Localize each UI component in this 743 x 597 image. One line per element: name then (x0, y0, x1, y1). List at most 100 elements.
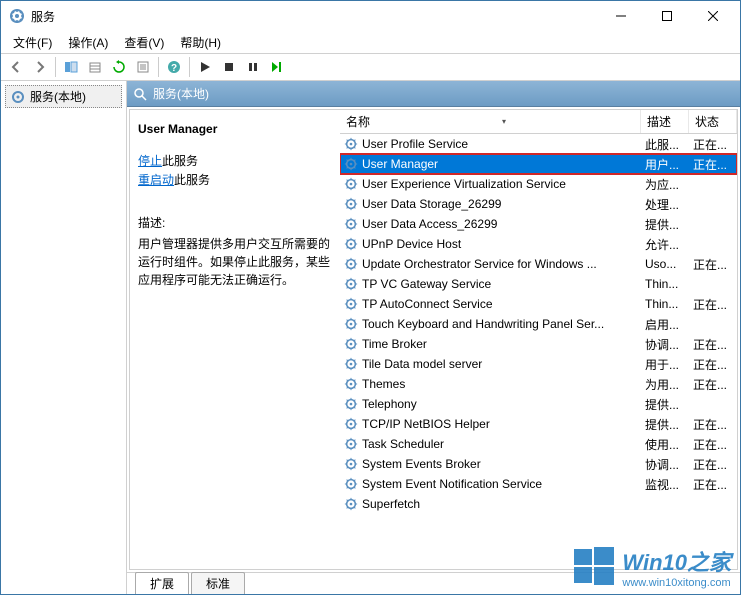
service-name: Time Broker (362, 337, 427, 351)
service-row[interactable]: User Profile Service此服...正在... (340, 134, 737, 154)
start-service-button[interactable] (194, 56, 216, 78)
list-body[interactable]: User Profile Service此服...正在... User Manag… (340, 134, 737, 569)
menu-help[interactable]: 帮助(H) (172, 32, 229, 53)
nav-back-button[interactable] (5, 56, 27, 78)
service-desc-cell: 协调... (641, 456, 689, 473)
close-button[interactable] (690, 1, 736, 31)
menu-file[interactable]: 文件(F) (5, 32, 60, 53)
gear-icon (344, 457, 358, 471)
stop-suffix: 此服务 (162, 154, 198, 168)
service-row[interactable]: TP AutoConnect ServiceThin...正在... (340, 294, 737, 314)
service-name-cell: Superfetch (340, 497, 641, 511)
stop-service-button[interactable] (218, 56, 240, 78)
gear-icon (344, 297, 358, 311)
service-name-cell: Telephony (340, 397, 641, 411)
service-desc-cell: 监视... (641, 476, 689, 493)
gear-icon (344, 317, 358, 331)
service-row[interactable]: UPnP Device Host允许... (340, 234, 737, 254)
restart-link[interactable]: 重启动 (138, 173, 174, 187)
tab-standard[interactable]: 标准 (191, 572, 245, 594)
service-row[interactable]: Superfetch (340, 494, 737, 514)
service-name-cell: Update Orchestrator Service for Windows … (340, 257, 641, 271)
gear-icon (344, 137, 358, 151)
minimize-button[interactable] (598, 1, 644, 31)
service-row[interactable]: Task Scheduler使用...正在... (340, 434, 737, 454)
service-row[interactable]: Touch Keyboard and Handwriting Panel Ser… (340, 314, 737, 334)
maximize-button[interactable] (644, 1, 690, 31)
service-row[interactable]: Tile Data model server用于...正在... (340, 354, 737, 374)
service-name-cell: Touch Keyboard and Handwriting Panel Ser… (340, 317, 641, 331)
service-name-cell: Tile Data model server (340, 357, 641, 371)
service-status-cell: 正在... (689, 256, 737, 273)
service-row[interactable]: User Data Access_26299提供... (340, 214, 737, 234)
service-name-cell: User Manager (340, 157, 641, 171)
body-area: 服务(本地) 服务(本地) User Manager 停止此服务 重启动此服务 … (1, 81, 740, 594)
service-name-cell: TP AutoConnect Service (340, 297, 641, 311)
service-status-cell: 正在... (689, 356, 737, 373)
column-name[interactable]: 名称 ▾ (340, 110, 641, 133)
service-name: Superfetch (362, 497, 420, 511)
gear-icon (344, 337, 358, 351)
service-name: TP AutoConnect Service (362, 297, 493, 311)
service-name: UPnP Device Host (362, 237, 461, 251)
service-name-cell: TCP/IP NetBIOS Helper (340, 417, 641, 431)
watermark-title-cn: 之家 (687, 550, 731, 575)
menubar: 文件(F) 操作(A) 查看(V) 帮助(H) (1, 31, 740, 53)
tab-extended[interactable]: 扩展 (135, 572, 189, 594)
pause-service-button[interactable] (242, 56, 264, 78)
service-row[interactable]: System Event Notification Service监视...正在… (340, 474, 737, 494)
service-row[interactable]: Themes为用...正在... (340, 374, 737, 394)
menu-action[interactable]: 操作(A) (60, 32, 116, 53)
service-name: Themes (362, 377, 405, 391)
service-desc-cell: 协调... (641, 336, 689, 353)
show-hide-tree-button[interactable] (60, 56, 82, 78)
gear-icon (344, 177, 358, 191)
sort-indicator-icon: ▾ (502, 117, 506, 126)
tree-root-item[interactable]: 服务(本地) (5, 85, 122, 108)
titlebar: 服务 (1, 1, 740, 31)
toolbar-separator (158, 57, 159, 77)
detail-pane: User Manager 停止此服务 重启动此服务 描述: 用户管理器提供多用户… (130, 110, 340, 569)
service-row[interactable]: Time Broker协调...正在... (340, 334, 737, 354)
properties-button[interactable] (132, 56, 154, 78)
service-row[interactable]: Telephony提供... (340, 394, 737, 414)
service-desc-cell: 处理... (641, 196, 689, 213)
menu-view[interactable]: 查看(V) (116, 32, 172, 53)
service-name: User Manager (362, 157, 438, 171)
gear-icon (344, 417, 358, 431)
service-row[interactable]: System Events Broker协调...正在... (340, 454, 737, 474)
services-icon (9, 8, 25, 24)
gear-icon (344, 277, 358, 291)
service-status-cell: 正在... (689, 436, 737, 453)
service-desc-cell: 此服... (641, 136, 689, 153)
service-row[interactable]: User Experience Virtualization Service为应… (340, 174, 737, 194)
refresh-button[interactable] (108, 56, 130, 78)
service-row[interactable]: TCP/IP NetBIOS Helper提供...正在... (340, 414, 737, 434)
export-list-button[interactable] (84, 56, 106, 78)
service-row[interactable]: Update Orchestrator Service for Windows … (340, 254, 737, 274)
service-name-cell: User Data Access_26299 (340, 217, 641, 231)
service-name: Touch Keyboard and Handwriting Panel Ser… (362, 317, 604, 331)
right-header-label: 服务(本地) (153, 85, 209, 102)
search-icon (133, 87, 147, 101)
service-desc-cell: 用户... (641, 156, 689, 173)
services-window: 服务 文件(F) 操作(A) 查看(V) 帮助(H) ? (0, 0, 741, 595)
service-name: Update Orchestrator Service for Windows … (362, 257, 597, 271)
restart-service-button[interactable] (266, 56, 288, 78)
service-row[interactable]: User Manager用户...正在... (340, 154, 737, 174)
service-name: Tile Data model server (362, 357, 482, 371)
column-status[interactable]: 状态 (689, 110, 737, 133)
service-desc-cell: 提供... (641, 416, 689, 433)
list-header: 名称 ▾ 描述 状态 (340, 110, 737, 134)
service-name-cell: Themes (340, 377, 641, 391)
service-row[interactable]: TP VC Gateway ServiceThin... (340, 274, 737, 294)
column-desc[interactable]: 描述 (641, 110, 689, 133)
nav-forward-button[interactable] (29, 56, 51, 78)
service-row[interactable]: User Data Storage_26299处理... (340, 194, 737, 214)
service-desc-cell: 为用... (641, 376, 689, 393)
stop-link[interactable]: 停止 (138, 154, 162, 168)
watermark-text: Win10之家 www.win10xitong.com (622, 545, 731, 589)
right-content: User Manager 停止此服务 重启动此服务 描述: 用户管理器提供多用户… (129, 109, 738, 570)
watermark-url: www.win10xitong.com (622, 577, 731, 589)
help-button[interactable]: ? (163, 56, 185, 78)
